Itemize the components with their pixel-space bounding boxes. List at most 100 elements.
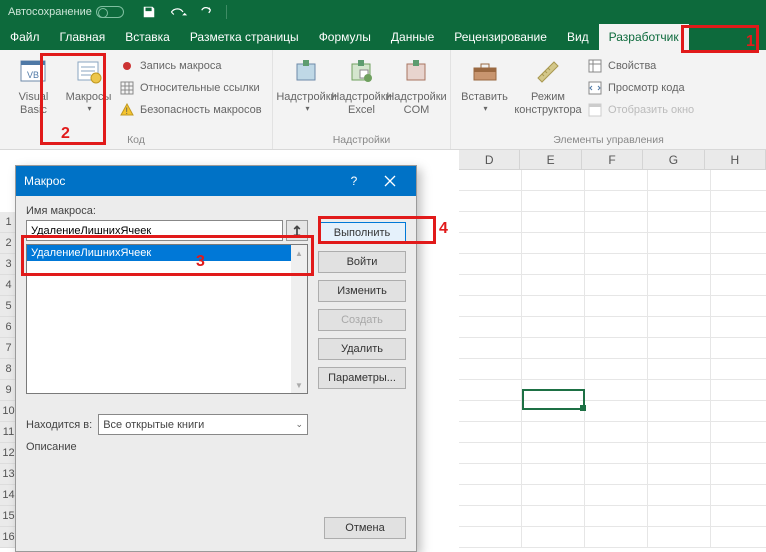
addins-button[interactable]: Надстройки▾: [279, 52, 334, 132]
cell[interactable]: [711, 296, 766, 317]
cell[interactable]: [522, 317, 585, 338]
tab-page-layout[interactable]: Разметка страницы: [180, 24, 309, 50]
cell[interactable]: [585, 380, 648, 401]
excel-addins-button[interactable]: Надстройки Excel: [334, 52, 389, 132]
step-into-button[interactable]: Войти: [318, 251, 406, 273]
scroll-down-icon[interactable]: ▼: [291, 377, 307, 393]
cell[interactable]: [585, 527, 648, 548]
cell[interactable]: [648, 359, 711, 380]
cell[interactable]: [522, 170, 585, 191]
help-button[interactable]: ?: [336, 166, 372, 196]
view-code-button[interactable]: Просмотр кода: [584, 78, 714, 98]
cell[interactable]: [648, 212, 711, 233]
cell[interactable]: [459, 275, 522, 296]
cell[interactable]: [648, 338, 711, 359]
cell[interactable]: [648, 296, 711, 317]
cell[interactable]: [459, 506, 522, 527]
cell[interactable]: [459, 401, 522, 422]
cell[interactable]: [585, 296, 648, 317]
cell[interactable]: [522, 422, 585, 443]
cell[interactable]: [585, 422, 648, 443]
cell[interactable]: [459, 212, 522, 233]
cell[interactable]: [711, 191, 766, 212]
cell[interactable]: [648, 422, 711, 443]
cell[interactable]: [522, 191, 585, 212]
cell[interactable]: [648, 275, 711, 296]
close-button[interactable]: [372, 166, 408, 196]
cell[interactable]: [648, 443, 711, 464]
cell[interactable]: [459, 485, 522, 506]
cell[interactable]: [459, 380, 522, 401]
cell[interactable]: [711, 317, 766, 338]
cell[interactable]: [522, 506, 585, 527]
cell[interactable]: [585, 233, 648, 254]
tab-file[interactable]: Файл: [0, 24, 50, 50]
options-button[interactable]: Параметры...: [318, 367, 406, 389]
macro-security-button[interactable]: ! Безопасность макросов: [116, 100, 266, 120]
cell[interactable]: [648, 380, 711, 401]
cell[interactable]: [585, 275, 648, 296]
cell[interactable]: [459, 422, 522, 443]
cell[interactable]: [711, 212, 766, 233]
com-addins-button[interactable]: Надстройки COM: [389, 52, 444, 132]
tab-view[interactable]: Вид: [557, 24, 599, 50]
cell[interactable]: [585, 170, 648, 191]
spreadsheet-grid[interactable]: /* drawn below via JS */: [459, 170, 766, 544]
tab-developer[interactable]: Разработчик: [599, 24, 689, 50]
record-macro-button[interactable]: Запись макроса: [116, 56, 266, 76]
cell[interactable]: [459, 254, 522, 275]
cell[interactable]: [459, 359, 522, 380]
cell[interactable]: [585, 464, 648, 485]
autosave-toggle[interactable]: Автосохранение: [8, 6, 124, 18]
cell[interactable]: [522, 275, 585, 296]
cell[interactable]: [459, 233, 522, 254]
cell[interactable]: [522, 233, 585, 254]
cell[interactable]: [648, 464, 711, 485]
cell[interactable]: [459, 527, 522, 548]
tab-insert[interactable]: Вставка: [115, 24, 180, 50]
cell[interactable]: [711, 485, 766, 506]
cell[interactable]: [522, 254, 585, 275]
cell[interactable]: [522, 359, 585, 380]
cell[interactable]: [711, 254, 766, 275]
cell[interactable]: [585, 443, 648, 464]
cell[interactable]: [711, 359, 766, 380]
cell[interactable]: [522, 296, 585, 317]
cell[interactable]: [585, 191, 648, 212]
cell[interactable]: [648, 191, 711, 212]
cell[interactable]: [522, 464, 585, 485]
cell[interactable]: [459, 317, 522, 338]
cell[interactable]: [711, 464, 766, 485]
cell[interactable]: [711, 527, 766, 548]
cell[interactable]: [585, 338, 648, 359]
cell[interactable]: [648, 254, 711, 275]
cell[interactable]: [585, 359, 648, 380]
cell[interactable]: [648, 317, 711, 338]
cell[interactable]: [459, 338, 522, 359]
tab-review[interactable]: Рецензирование: [444, 24, 557, 50]
col-header[interactable]: H: [705, 150, 766, 170]
cell[interactable]: [648, 401, 711, 422]
tab-data[interactable]: Данные: [381, 24, 444, 50]
location-select[interactable]: Все открытые книги ⌄: [98, 414, 308, 435]
undo-icon[interactable]: [168, 5, 188, 19]
cell[interactable]: [648, 485, 711, 506]
cell[interactable]: [459, 464, 522, 485]
col-header[interactable]: D: [459, 150, 520, 170]
cell[interactable]: [585, 317, 648, 338]
cell[interactable]: [522, 338, 585, 359]
tab-formulas[interactable]: Формулы: [309, 24, 381, 50]
cell[interactable]: [711, 338, 766, 359]
edit-button[interactable]: Изменить: [318, 280, 406, 302]
cell[interactable]: [522, 485, 585, 506]
cell[interactable]: [648, 506, 711, 527]
cell[interactable]: [585, 506, 648, 527]
insert-control-button[interactable]: Вставить▾: [457, 52, 512, 132]
save-icon[interactable]: [142, 5, 156, 19]
cell[interactable]: [711, 443, 766, 464]
properties-button[interactable]: Свойства: [584, 56, 714, 76]
cell[interactable]: [711, 422, 766, 443]
active-cell[interactable]: [522, 389, 585, 410]
col-header[interactable]: G: [643, 150, 704, 170]
cell[interactable]: [585, 485, 648, 506]
